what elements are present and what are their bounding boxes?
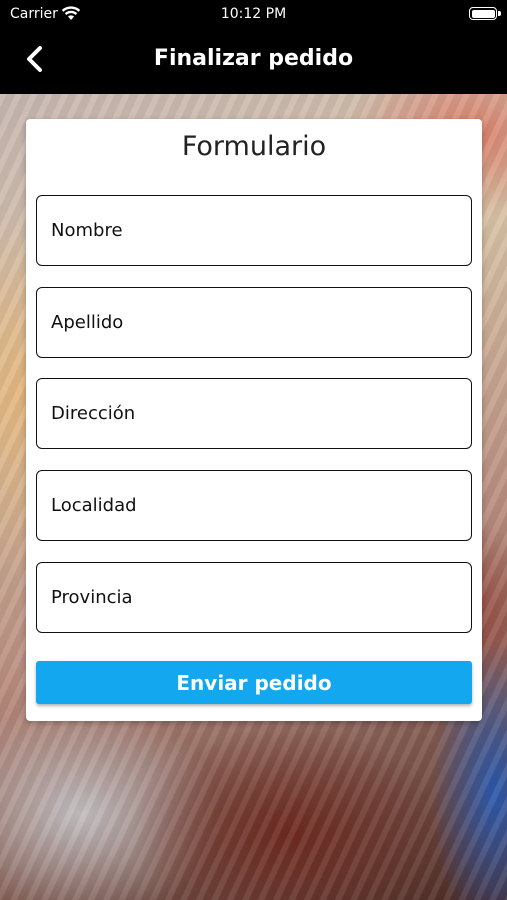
page-title: Finalizar pedido	[153, 46, 354, 71]
status-time: 10:12 PM	[220, 6, 287, 22]
navigation-bar: Finalizar pedido	[0, 28, 507, 94]
apellido-field[interactable]	[36, 287, 472, 358]
localidad-field[interactable]	[36, 470, 472, 541]
submit-order-button[interactable]: Enviar pedido	[36, 661, 472, 704]
nombre-field[interactable]	[36, 195, 472, 266]
form-title: Formulario	[181, 131, 327, 162]
direccion-field[interactable]	[36, 378, 472, 449]
status-bar: Carrier 10:12 PM	[0, 0, 507, 28]
order-form-card: Formulario Enviar pedido	[26, 119, 482, 721]
battery-icon	[469, 7, 501, 20]
provincia-field[interactable]	[36, 562, 472, 633]
